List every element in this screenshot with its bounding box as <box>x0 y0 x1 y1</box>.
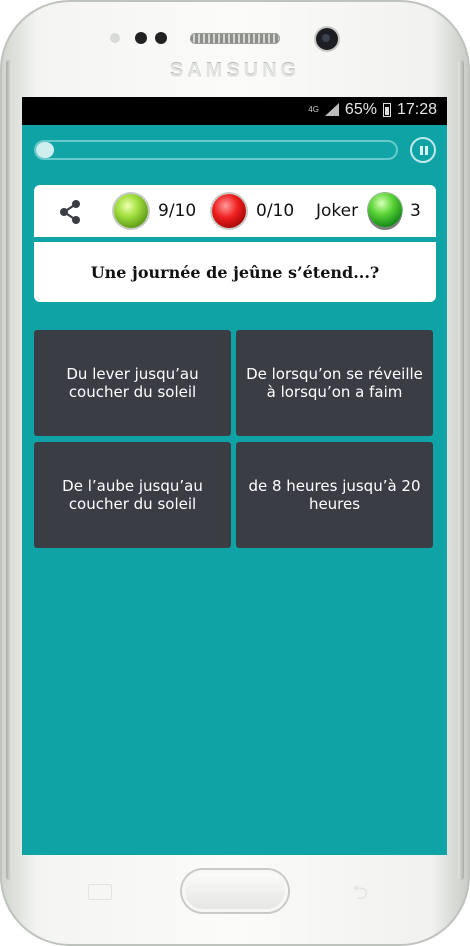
sensor-dot <box>155 32 167 44</box>
back-icon[interactable]: ⮌ <box>352 878 380 904</box>
recent-apps-icon[interactable] <box>88 884 112 900</box>
wrong-count: 0/10 <box>256 201 295 221</box>
timer-progress-bar <box>34 140 398 160</box>
phone-right-edge <box>458 60 464 880</box>
status-bar: 4G 65% 17:28 <box>22 97 447 125</box>
battery-percent: 65% <box>344 101 377 118</box>
question-text: Une journée de jeûne s’étend...? <box>34 242 436 302</box>
phone-frame: SAMSUNG 4G 65% 17:28 9/10 0/10 Joker 3 U… <box>0 0 470 946</box>
joker-count: 3 <box>410 201 421 221</box>
signal-icon <box>324 103 339 117</box>
brand-logo: SAMSUNG <box>169 60 301 82</box>
pause-icon[interactable] <box>410 137 436 163</box>
answer-button-4[interactable]: de 8 heures jusqu’à 20 heures <box>236 442 433 548</box>
network-type: 4G <box>308 105 319 114</box>
sensor-dot <box>110 33 120 43</box>
clock: 17:28 <box>396 101 437 118</box>
home-button[interactable] <box>182 870 288 912</box>
phone-left-edge <box>6 60 12 880</box>
joker-button[interactable] <box>368 193 402 227</box>
status-icons: 4G 65% 17:28 <box>308 101 437 119</box>
timer-progress-fill <box>36 142 54 158</box>
answer-button-3[interactable]: De l’aube jusqu’au coucher du soleil <box>34 442 231 548</box>
score-bar: 9/10 0/10 Joker 3 <box>34 185 436 237</box>
wrong-lamp-icon <box>212 194 246 228</box>
share-icon[interactable] <box>56 198 84 226</box>
joker-label: Joker <box>316 201 359 221</box>
front-camera <box>316 28 338 50</box>
sensor-dot <box>135 32 147 44</box>
battery-icon <box>382 103 391 117</box>
earpiece-speaker <box>190 33 280 44</box>
answer-button-1[interactable]: Du lever jusqu’au coucher du soleil <box>34 330 231 436</box>
correct-lamp-icon <box>114 194 148 228</box>
answer-button-2[interactable]: De lorsqu’on se réveille à lorsqu’on a f… <box>236 330 433 436</box>
screen: 4G 65% 17:28 9/10 0/10 Joker 3 Une journ… <box>22 97 447 855</box>
correct-count: 9/10 <box>158 201 197 221</box>
